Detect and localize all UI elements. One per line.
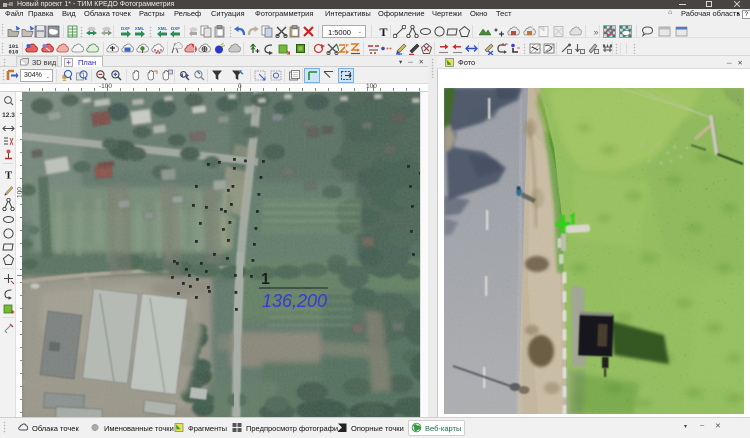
svg-text:T: T xyxy=(4,170,12,182)
svg-text:XML: XML xyxy=(158,26,168,31)
svg-text:XML: XML xyxy=(134,26,144,31)
svg-text:12.3: 12.3 xyxy=(2,112,15,119)
svg-text:010: 010 xyxy=(9,49,19,56)
svg-text:T: T xyxy=(379,25,387,38)
svg-text:DXF: DXF xyxy=(171,26,180,31)
svg-text:DXF: DXF xyxy=(121,26,130,31)
svg-text:»: » xyxy=(593,27,598,37)
